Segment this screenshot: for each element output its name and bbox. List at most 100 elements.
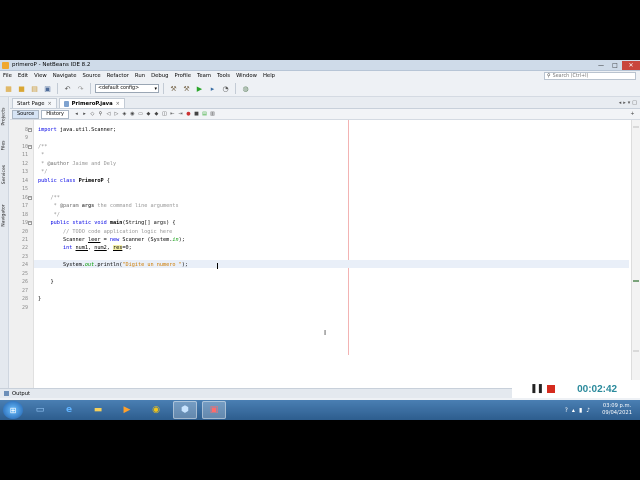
uncomment-icon[interactable]: ▥ — [209, 111, 216, 118]
menu-source[interactable]: Source — [79, 73, 103, 79]
menu-run[interactable]: Run — [132, 73, 148, 79]
last-edit-icon[interactable]: ◇ — [89, 111, 96, 118]
explorer-icon[interactable]: ▭ — [28, 401, 52, 419]
editor-toolbar: Source History ◂ ▸ ◇ ⚲ ◁ ▷ ◈ ◉ ▭ ◆ ◆ ◫ ⇤… — [10, 109, 640, 120]
clock[interactable]: 03:09 p.m. 09/04/2021 — [602, 403, 632, 417]
fold-toggle-icon[interactable]: − — [28, 128, 32, 132]
clean-build-icon[interactable]: ⚒ — [181, 83, 192, 94]
menu-debug[interactable]: Debug — [148, 73, 171, 79]
menu-refactor[interactable]: Refactor — [104, 73, 132, 79]
recorder-taskbar-icon[interactable]: ▣ — [202, 401, 226, 419]
shift-right-icon[interactable]: ⇥ — [177, 111, 184, 118]
scroll-right-icon[interactable]: ▸ — [623, 100, 626, 106]
line-number: 27 — [21, 288, 28, 294]
stop-icon[interactable] — [547, 385, 556, 393]
undo-icon[interactable]: ↶ — [62, 83, 73, 94]
toggle-rect-select-icon[interactable]: ▭ — [137, 111, 144, 118]
debug-icon[interactable]: ▸ — [207, 83, 218, 94]
build-hammer-icon[interactable]: ⚒ — [168, 83, 179, 94]
close-tab-icon[interactable]: × — [47, 101, 51, 107]
screen-recorder-panel: ❚❚ 00:02:42 — [512, 380, 640, 398]
run-icon[interactable]: ▶ — [194, 83, 205, 94]
shift-left-icon[interactable]: ⇤ — [169, 111, 176, 118]
fold-toggle-icon[interactable]: − — [28, 221, 32, 225]
stop-macro-icon[interactable]: ■ — [193, 111, 200, 118]
start-macro-icon[interactable]: ● — [185, 111, 192, 118]
help-icon[interactable]: ? — [565, 407, 568, 414]
tab-navigator[interactable]: Navigator — [0, 197, 9, 233]
menu-navigate[interactable]: Navigate — [50, 73, 80, 79]
internet-explorer-icon[interactable]: e — [57, 401, 81, 419]
show-hidden-icons-icon[interactable]: ▴ — [572, 407, 575, 414]
close-tab-icon[interactable]: × — [116, 101, 120, 107]
search-input[interactable]: ⚲ Search (Ctrl+I) — [544, 72, 636, 80]
file-explorer-icon[interactable]: ▬ — [86, 401, 110, 419]
minimize-button[interactable]: — — [594, 61, 608, 70]
menu-profile[interactable]: Profile — [172, 73, 194, 79]
next-bookmark-icon[interactable]: ◆ — [153, 111, 160, 118]
chrome-icon[interactable]: ◉ — [144, 401, 168, 419]
output-icon — [4, 391, 9, 396]
recording-timer: 00:02:42 — [577, 383, 618, 395]
find-previous-icon[interactable]: ◁ — [105, 111, 112, 118]
source-view-button[interactable]: Source — [12, 109, 40, 119]
tab-primerop-java[interactable]: PrimeroP.java × — [58, 98, 125, 108]
history-view-button[interactable]: History — [41, 109, 69, 119]
close-button[interactable]: ✕ — [622, 60, 640, 70]
save-all-icon[interactable]: ▣ — [42, 83, 53, 94]
forward-icon[interactable]: ▸ — [81, 111, 88, 118]
menu-file[interactable]: File — [0, 73, 15, 79]
maximize-window-icon[interactable]: □ — [632, 100, 637, 106]
tab-files[interactable]: Files — [0, 135, 9, 155]
editor-scrollbar[interactable] — [631, 120, 640, 388]
previous-bookmark-icon[interactable]: ◆ — [145, 111, 152, 118]
back-icon[interactable]: ◂ — [73, 111, 80, 118]
find-icon[interactable]: ⚲ — [97, 111, 104, 118]
line-number: 26 — [21, 279, 28, 285]
maximize-button[interactable]: □ — [608, 61, 622, 70]
menu-window[interactable]: Window — [233, 73, 260, 79]
menu-view[interactable]: View — [31, 73, 50, 79]
tab-services[interactable]: Services — [0, 159, 9, 189]
find-selection-icon[interactable]: ◈ — [121, 111, 128, 118]
tab-start-page[interactable]: Start Page × — [12, 98, 57, 108]
menu-help[interactable]: Help — [260, 73, 278, 79]
start-button[interactable]: ⊞ — [3, 401, 23, 419]
show-opened-docs-icon[interactable]: ▾ — [628, 100, 631, 106]
menu-tools[interactable]: Tools — [214, 73, 233, 79]
menu-team[interactable]: Team — [194, 73, 214, 79]
profile-icon[interactable]: ◔ — [220, 83, 231, 94]
redo-icon[interactable]: ↷ — [75, 83, 86, 94]
new-project-icon[interactable]: ■ — [16, 83, 27, 94]
comment-icon[interactable]: ▤ — [201, 111, 208, 118]
code-line: import java.util.Scanner; — [38, 127, 117, 133]
add-icon[interactable]: + — [629, 111, 636, 118]
toggle-highlight-icon[interactable]: ◉ — [129, 111, 136, 118]
tab-projects[interactable]: Projects — [0, 101, 9, 131]
new-file-icon[interactable]: ▦ — [3, 83, 14, 94]
line-number: 10 — [21, 144, 28, 150]
config-select[interactable]: <default config> ▾ — [95, 84, 159, 93]
gc-icon[interactable]: ◍ — [240, 83, 251, 94]
tab-files-label: Files — [2, 139, 7, 151]
chevron-down-icon: ▾ — [154, 85, 157, 92]
fold-toggle-icon[interactable]: − — [28, 196, 32, 200]
line-number: 13 — [21, 169, 28, 175]
menu-edit[interactable]: Edit — [15, 73, 31, 79]
media-player-icon[interactable]: ▶ — [115, 401, 139, 419]
title-bar: primeroP - NetBeans IDE 8.2 — □ ✕ — [0, 60, 640, 71]
open-project-icon[interactable]: ▤ — [29, 83, 40, 94]
pause-icon[interactable]: ❚❚ — [530, 384, 544, 394]
find-next-icon[interactable]: ▷ — [113, 111, 120, 118]
line-number: 20 — [21, 229, 28, 235]
network-icon[interactable]: ▮ — [579, 407, 582, 414]
fold-toggle-icon[interactable]: − — [28, 145, 32, 149]
line-number: 17 — [21, 203, 28, 209]
toggle-bookmark-icon[interactable]: ◫ — [161, 111, 168, 118]
code-editor[interactable]: 8 9 10 11 12 13 14 15 16 17 18 19 20 21 … — [22, 120, 640, 388]
volume-icon[interactable]: ♪ — [586, 407, 590, 414]
output-tab[interactable]: Output — [12, 391, 30, 397]
editor-panel: Start Page × PrimeroP.java × ◂ ▸ ▾ □ Sou… — [10, 97, 640, 388]
scroll-left-icon[interactable]: ◂ — [619, 100, 622, 106]
netbeans-taskbar-icon[interactable]: ⬢ — [173, 401, 197, 419]
